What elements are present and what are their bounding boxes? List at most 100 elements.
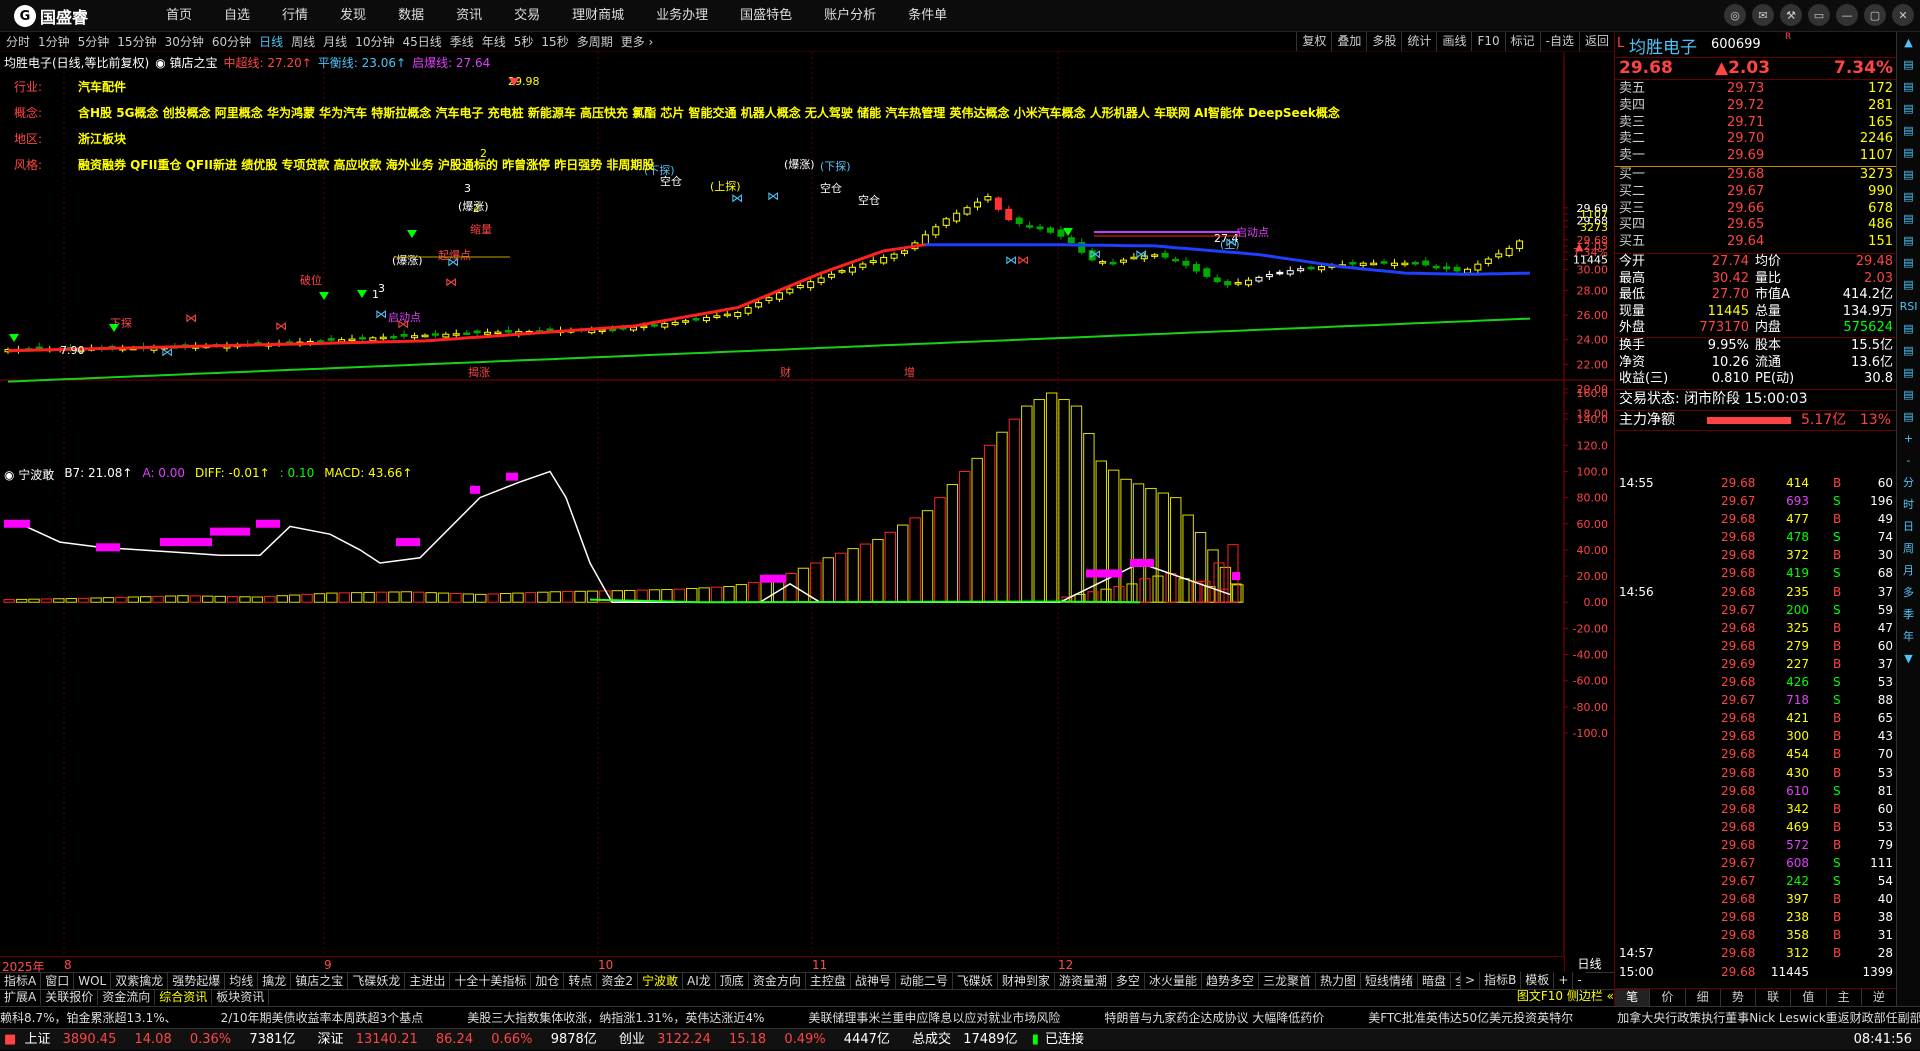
window-button-icon[interactable]: ▭ — [1808, 4, 1830, 26]
chart-tool-button[interactable]: 复权 — [1296, 32, 1331, 51]
sidebar-tool-icon[interactable]: RSI — [1897, 296, 1920, 318]
indicator-tab[interactable]: 窗口 — [41, 973, 75, 989]
sidebar-tool-icon[interactable]: ▤ — [1897, 208, 1920, 230]
indicator-tab[interactable]: 动能二号 — [896, 973, 953, 989]
sidebar-tool-icon[interactable]: ▼ — [1897, 648, 1920, 670]
indicator-tab[interactable]: 宁波敢 — [638, 973, 684, 989]
indicator-tab-extra[interactable]: 指标B — [1479, 972, 1520, 989]
indicator-tab[interactable]: 趋势多空 — [1202, 973, 1259, 989]
quote-tab[interactable]: 价 — [1650, 989, 1686, 1006]
bid-row[interactable]: 买一 29.68 3273 — [1615, 167, 1897, 184]
indicator-tab[interactable]: 均线 — [225, 973, 259, 989]
sidebar-tool-icon[interactable]: ▤ — [1897, 406, 1920, 428]
bid-row[interactable]: 买五 29.64 151 — [1615, 234, 1897, 251]
kline-chart[interactable]: 29.69110729.68327329.68▲2.037.34%1144530… — [0, 52, 1614, 956]
period-tab[interactable]: 月线 — [319, 32, 351, 52]
nav-item[interactable]: 发现 — [324, 0, 382, 32]
sidebar-tool-icon[interactable]: ▤ — [1897, 186, 1920, 208]
nav-item[interactable]: 资讯 — [440, 0, 498, 32]
quote-tab[interactable]: 值 — [1791, 989, 1827, 1006]
nav-item[interactable]: 条件单 — [892, 0, 963, 32]
period-tab[interactable]: 日线 — [255, 32, 287, 52]
indicator-tab[interactable]: 指标A — [0, 973, 42, 989]
sub-indicator-name[interactable]: ◉ 宁波敢 — [4, 466, 54, 482]
ask-row[interactable]: 卖四 29.72 281 — [1615, 98, 1897, 115]
sidebar-tool-icon[interactable]: ▤ — [1897, 384, 1920, 406]
chart-tool-button[interactable]: 标记 — [1504, 32, 1540, 51]
indicator-tab[interactable]: 飞碟妖龙 — [348, 973, 406, 989]
indicator-tab[interactable]: 镇店之宝 — [291, 973, 349, 989]
indicator-tab[interactable]: 热力图 — [1316, 973, 1361, 989]
nav-item[interactable]: 账户分析 — [808, 0, 892, 32]
indicator-name[interactable]: ◉ 镇店之宝 — [155, 54, 217, 70]
nav-item[interactable]: 交易 — [498, 0, 556, 32]
sidebar-tool-icon[interactable]: 多 — [1897, 582, 1920, 604]
news-item[interactable]: 美FTC批准英伟达50亿美元投资英特尔 — [1368, 1011, 1573, 1025]
sidebar-tool-icon[interactable]: ▤ — [1897, 252, 1920, 274]
news-item[interactable]: 特朗普与九家药企达成协议 大幅降低药价 — [1104, 1011, 1324, 1025]
sidebar-tool-icon[interactable]: 时 — [1897, 494, 1920, 516]
bid-row[interactable]: 买三 29.66 678 — [1615, 201, 1897, 218]
sidebar-tool-icon[interactable]: + — [1897, 428, 1920, 450]
period-tab[interactable]: 多周期 — [573, 32, 617, 52]
period-tab[interactable]: 10分钟 — [351, 32, 398, 52]
period-tab[interactable]: 年线 — [478, 32, 510, 52]
sz-index-label[interactable]: 深证 — [318, 1032, 344, 1047]
period-tab[interactable]: 60分钟 — [208, 32, 255, 52]
quote-tab[interactable]: 势 — [1721, 989, 1756, 1006]
news-item[interactable]: 加拿大央行政策执行董事Nick Leswick重返财政部任副部长 — [1617, 1011, 1920, 1025]
news-item[interactable]: 2/10年期美债收益率本周跌超3个基点 — [221, 1011, 424, 1025]
indicator-tab[interactable]: 转点 — [564, 973, 598, 989]
stock-name[interactable]: 均胜电子 — [1629, 33, 1697, 58]
indicator-tab[interactable]: 强势起爆 — [168, 973, 226, 989]
chart-tool-button[interactable]: 叠加 — [1331, 32, 1366, 51]
quote-tab[interactable]: 笔 — [1615, 989, 1651, 1006]
chart-tool-button[interactable]: 返回 — [1578, 32, 1614, 51]
nav-item[interactable]: 业务办理 — [640, 0, 724, 32]
chart-tool-button[interactable]: F10 — [1471, 32, 1504, 51]
indicator-tab[interactable]: 战神号 — [851, 973, 896, 989]
sidebar-tool-icon[interactable]: ▤ — [1897, 76, 1920, 98]
indicator-tab[interactable]: 暗盘 — [1418, 973, 1452, 989]
nav-item[interactable]: 数据 — [382, 0, 440, 32]
sidebar-tool-icon[interactable]: 日 — [1897, 516, 1920, 538]
cy-index-label[interactable]: 创业 — [619, 1032, 645, 1047]
sidebar-tool-icon[interactable]: ▲ — [1897, 32, 1920, 54]
period-tab[interactable]: 5分钟 — [74, 32, 114, 52]
sidebar-tool-icon[interactable]: 季 — [1897, 604, 1920, 626]
sidebar-tool-icon[interactable]: 年 — [1897, 626, 1920, 648]
chart-tool-button[interactable]: 画线 — [1436, 32, 1471, 51]
period-tab[interactable]: 45日线 — [398, 32, 445, 52]
news-item[interactable]: 美股三大指数集体收涨，纳指涨1.31%，英伟达涨近4% — [467, 1011, 764, 1025]
indicator-tab-extra[interactable]: 模板 — [1520, 972, 1553, 989]
window-button-icon[interactable]: — — [1836, 4, 1858, 26]
indicator-tab[interactable]: 资金2 — [597, 973, 639, 989]
indicator-tab[interactable]: 顶底 — [716, 973, 749, 989]
quote-tab[interactable]: 细 — [1686, 989, 1721, 1006]
period-tab[interactable]: 5秒 — [510, 32, 538, 52]
period-tab[interactable]: 1分钟 — [34, 32, 74, 52]
window-button-icon[interactable]: ◎ — [1724, 4, 1746, 26]
period-tab[interactable]: 周线 — [287, 32, 319, 52]
period-tab[interactable]: 分时 — [2, 32, 34, 52]
sidebar-tool-icon[interactable]: ▤ — [1897, 318, 1920, 340]
ask-row[interactable]: 卖二 29.70 2246 — [1615, 131, 1897, 148]
indicator-tab[interactable]: 主控盘 — [806, 973, 851, 989]
indicator-tab[interactable]: 短线情绪 — [1361, 973, 1419, 989]
news-item[interactable]: 美联储理事米兰重申应降息以应对就业市场风险 — [808, 1011, 1060, 1025]
sub-tabs-right[interactable]: 图文F10 侧边栏 « — [1517, 989, 1614, 1004]
nav-item[interactable]: 行情 — [266, 0, 324, 32]
sub-tab[interactable]: 板块资讯 — [212, 990, 270, 1005]
window-button-icon[interactable]: ⚒ — [1780, 4, 1802, 26]
quote-tab[interactable]: 联 — [1756, 989, 1792, 1006]
period-tab[interactable]: 15分钟 — [113, 32, 160, 52]
sidebar-tool-icon[interactable]: ▤ — [1897, 164, 1920, 186]
sub-tab[interactable]: 关联报价 — [41, 990, 99, 1005]
ask-row[interactable]: 卖三 29.71 165 — [1615, 115, 1897, 132]
sidebar-tool-icon[interactable]: ▤ — [1897, 362, 1920, 384]
x-axis-period[interactable]: 日线 — [1564, 956, 1614, 972]
period-tab[interactable]: 季线 — [446, 32, 478, 52]
period-tab[interactable]: 30分钟 — [161, 32, 208, 52]
window-button-icon[interactable]: ✉ — [1752, 4, 1774, 26]
indicator-tab[interactable]: WOL — [74, 973, 112, 989]
